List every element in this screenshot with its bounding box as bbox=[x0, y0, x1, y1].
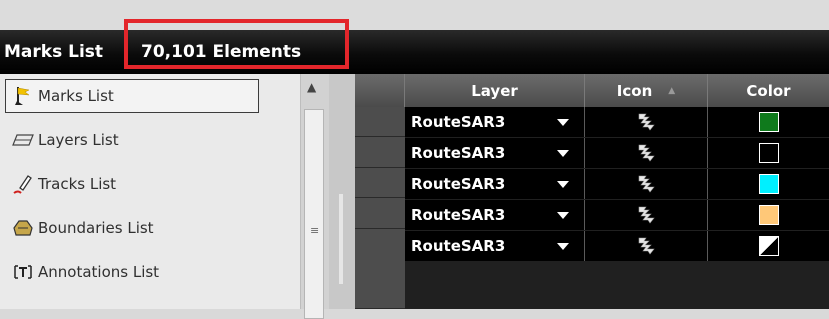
column-header-label: Color bbox=[746, 81, 791, 100]
icon-cell[interactable] bbox=[585, 138, 708, 168]
column-header-label: Layer bbox=[471, 81, 518, 100]
layer-value: RouteSAR3 bbox=[411, 144, 506, 162]
splitter[interactable] bbox=[329, 74, 355, 309]
row-header[interactable] bbox=[355, 229, 405, 309]
dropdown-arrow-icon[interactable] bbox=[557, 119, 569, 126]
sidebar-item-tracks-list[interactable]: Tracks List bbox=[0, 162, 300, 206]
track-pen-icon bbox=[12, 173, 34, 195]
row-header[interactable] bbox=[355, 198, 405, 229]
scroll-up-arrow-icon[interactable]: ▲ bbox=[307, 80, 316, 94]
layer-dropdown[interactable]: RouteSAR3 bbox=[405, 200, 585, 230]
color-swatch[interactable] bbox=[758, 174, 779, 194]
dropdown-arrow-icon[interactable] bbox=[557, 150, 569, 157]
layer-dropdown[interactable]: RouteSAR3 bbox=[405, 231, 585, 261]
marks-table: Layer Icon ▲ Color RouteSAR3 RouteSAR3 R… bbox=[355, 74, 829, 309]
icon-cell[interactable] bbox=[585, 169, 708, 199]
icon-cell[interactable] bbox=[585, 200, 708, 230]
dropdown-arrow-icon[interactable] bbox=[557, 243, 569, 250]
sar-route-icon bbox=[638, 144, 655, 162]
panel-title: Marks List bbox=[4, 42, 104, 62]
table-row[interactable]: RouteSAR3 bbox=[405, 200, 829, 230]
sidebar-item-label: Boundaries List bbox=[38, 219, 154, 237]
column-header-icon[interactable]: Icon ▲ bbox=[585, 74, 708, 107]
icon-cell[interactable] bbox=[585, 231, 708, 261]
annotation-text-icon bbox=[12, 261, 34, 283]
sar-route-icon bbox=[638, 113, 655, 131]
row-header[interactable] bbox=[355, 107, 405, 137]
sidebar-scrollbar[interactable]: ▲ ≡ bbox=[300, 74, 329, 319]
icon-cell[interactable] bbox=[585, 107, 708, 137]
layer-value: RouteSAR3 bbox=[411, 113, 506, 131]
layer-value: RouteSAR3 bbox=[411, 206, 506, 224]
color-swatch[interactable] bbox=[758, 143, 779, 163]
sidebar-item-label: Tracks List bbox=[38, 175, 117, 193]
sidebar-item-boundaries-list[interactable]: Boundaries List bbox=[0, 206, 300, 250]
table-row[interactable]: RouteSAR3 bbox=[405, 107, 829, 137]
color-cell[interactable] bbox=[708, 107, 829, 137]
dropdown-arrow-icon[interactable] bbox=[557, 212, 569, 219]
scrollbar-thumb[interactable] bbox=[304, 109, 324, 319]
sidebar-item-marks-list[interactable]: Marks List bbox=[0, 74, 300, 118]
boundary-icon bbox=[12, 217, 34, 239]
color-cell[interactable] bbox=[708, 169, 829, 199]
color-swatch[interactable] bbox=[758, 112, 779, 132]
column-header-layer[interactable]: Layer bbox=[405, 74, 585, 107]
sidebar-item-label: Annotations List bbox=[38, 263, 160, 281]
layer-dropdown[interactable]: RouteSAR3 bbox=[405, 107, 585, 137]
color-cell[interactable] bbox=[708, 200, 829, 230]
sidebar: Marks List Layers List Tracks List Bound… bbox=[0, 74, 300, 309]
table-row[interactable]: RouteSAR3 bbox=[405, 138, 829, 168]
column-header-label: Icon bbox=[616, 81, 653, 100]
column-header-color[interactable]: Color bbox=[708, 74, 829, 107]
flag-icon bbox=[12, 85, 34, 107]
sidebar-item-layers-list[interactable]: Layers List bbox=[0, 118, 300, 162]
color-cell[interactable] bbox=[708, 231, 829, 261]
layer-dropdown[interactable]: RouteSAR3 bbox=[405, 169, 585, 199]
row-header[interactable] bbox=[355, 137, 405, 168]
sar-route-icon bbox=[638, 237, 655, 255]
color-swatch[interactable] bbox=[758, 236, 779, 256]
sort-ascending-icon: ▲ bbox=[668, 85, 676, 96]
table-header: Layer Icon ▲ Color bbox=[355, 74, 829, 107]
splitter-track bbox=[339, 194, 343, 284]
sar-route-icon bbox=[638, 175, 655, 193]
layer-value: RouteSAR3 bbox=[411, 175, 506, 193]
row-header[interactable] bbox=[355, 168, 405, 198]
sidebar-item-label: Layers List bbox=[38, 131, 119, 149]
element-count: 70,101 Elements bbox=[141, 42, 302, 62]
layers-icon bbox=[12, 129, 34, 151]
row-header-corner bbox=[355, 74, 405, 107]
sidebar-item-annotations-list[interactable]: Annotations List bbox=[0, 250, 300, 294]
dropdown-arrow-icon[interactable] bbox=[557, 181, 569, 188]
color-swatch[interactable] bbox=[758, 205, 779, 225]
color-cell[interactable] bbox=[708, 138, 829, 168]
scrollbar-grip-icon: ≡ bbox=[310, 224, 320, 237]
table-row[interactable]: RouteSAR3 bbox=[405, 231, 829, 261]
sidebar-item-label: Marks List bbox=[38, 87, 114, 105]
sar-route-icon bbox=[638, 206, 655, 224]
layer-value: RouteSAR3 bbox=[411, 237, 506, 255]
layer-dropdown[interactable]: RouteSAR3 bbox=[405, 138, 585, 168]
table-row[interactable]: RouteSAR3 bbox=[405, 169, 829, 199]
